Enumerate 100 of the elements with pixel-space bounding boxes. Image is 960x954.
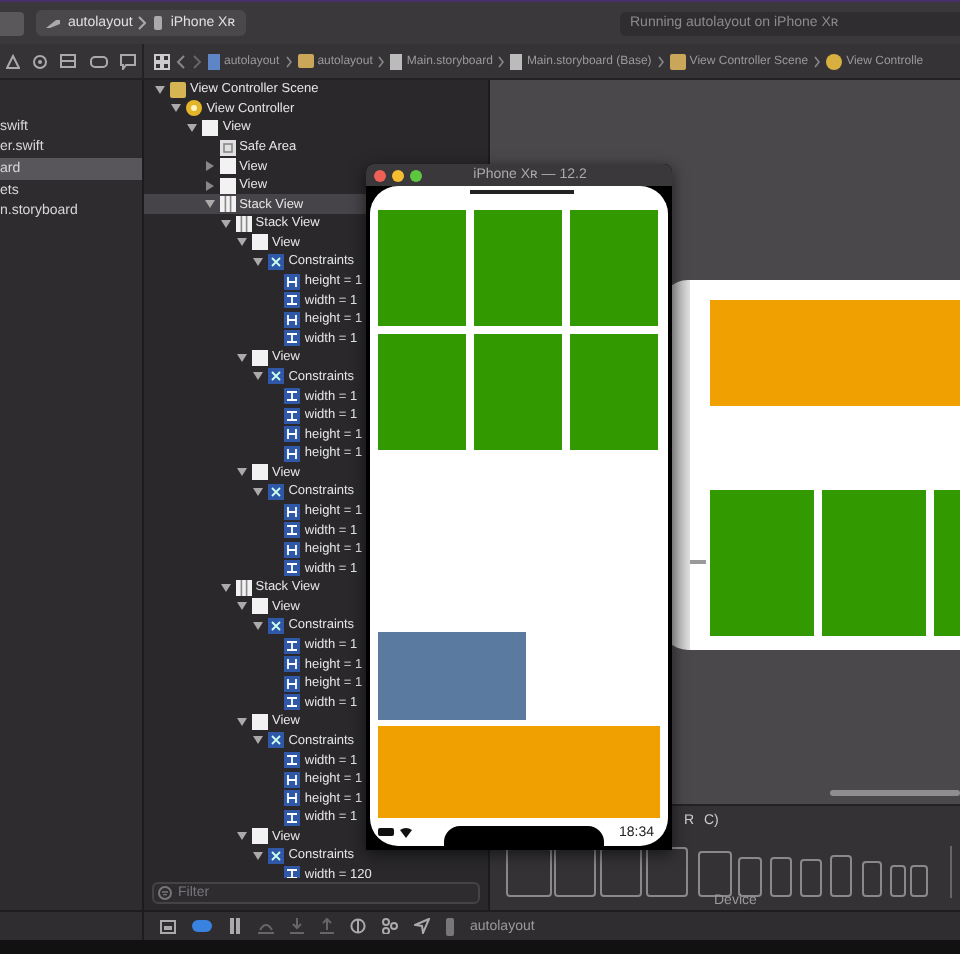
location-icon[interactable]: [414, 918, 430, 934]
width-constraint-icon: [284, 637, 301, 654]
constraints-icon: [268, 732, 285, 749]
collapse-triangle-icon[interactable]: [219, 581, 232, 594]
tile-view: [474, 334, 562, 450]
scene-icon: [170, 81, 186, 98]
close-button[interactable]: [374, 169, 386, 181]
height-constraint-icon: [284, 426, 301, 443]
wifi-icon: [400, 827, 412, 837]
back-icon[interactable]: [176, 53, 186, 69]
collapse-triangle-icon[interactable]: [154, 83, 166, 96]
collapse-triangle-icon[interactable]: [186, 121, 199, 134]
stack-view-icon: [235, 579, 252, 596]
folder-icon: [297, 54, 314, 68]
view-icon: [252, 598, 268, 615]
chevron-icon: [498, 55, 505, 67]
chevron-icon: [814, 55, 821, 67]
resize-handle[interactable]: [690, 560, 706, 564]
width-constraint-icon: [284, 388, 301, 405]
stack-view-icon: [235, 215, 252, 232]
constraints-icon: [268, 483, 285, 500]
debug-area-icon[interactable]: [160, 919, 176, 933]
height-constraint-icon: [284, 311, 301, 328]
width-constraint-icon: [284, 292, 301, 309]
width-constraint-icon: [284, 522, 301, 539]
tile-view: [570, 334, 658, 450]
pause-icon[interactable]: [228, 918, 242, 934]
tile-view: [474, 210, 562, 326]
chevron-icon: [285, 55, 292, 67]
controller-icon: [186, 100, 203, 117]
tile-view: [570, 210, 658, 326]
height-constraint-icon: [284, 790, 301, 807]
collapse-triangle-icon[interactable]: [236, 600, 248, 613]
constraints-icon: [268, 368, 285, 385]
chevron-icon: [138, 16, 147, 30]
breakpoints-toggle-icon[interactable]: [192, 920, 212, 932]
memory-graph-icon[interactable]: [382, 918, 398, 934]
scene-icon: [669, 53, 686, 69]
minimize-button[interactable]: [392, 169, 404, 181]
step-in-icon[interactable]: [290, 918, 304, 934]
collapse-triangle-icon[interactable]: [252, 849, 265, 862]
view-hierarchy-icon[interactable]: [350, 918, 366, 934]
tag-icon[interactable]: [89, 55, 108, 67]
constraints-icon: [268, 847, 285, 864]
collapse-triangle-icon[interactable]: [203, 198, 216, 211]
constraints-icon: [268, 253, 285, 270]
scroll-bar[interactable]: [830, 790, 960, 796]
controller-icon: [826, 53, 843, 69]
width-constraint-icon: [284, 407, 301, 424]
home-indicator: [470, 190, 574, 194]
collapse-triangle-icon[interactable]: [252, 619, 265, 632]
collapse-triangle-icon[interactable]: [252, 255, 265, 268]
width-constraint-icon: [284, 694, 301, 711]
collapse-triangle-icon[interactable]: [236, 715, 248, 728]
collapse-triangle-icon[interactable]: [236, 236, 248, 249]
view-icon: [202, 119, 219, 136]
warning-icon[interactable]: [6, 53, 21, 69]
constraints-icon: [268, 617, 285, 634]
view-icon: [252, 234, 268, 251]
breakpoint-icon[interactable]: [32, 53, 49, 69]
view-icon: [252, 713, 268, 730]
expand-triangle-icon[interactable]: [203, 160, 216, 173]
filter-icon: [158, 886, 172, 900]
view-icon: [252, 464, 268, 481]
file-icon: [510, 53, 523, 69]
app-icon: [46, 17, 62, 29]
height-constraint-icon: [284, 675, 301, 692]
stack-view-icon: [219, 196, 236, 213]
expand-triangle-icon[interactable]: [203, 179, 216, 192]
file-icon: [390, 53, 403, 69]
collapse-triangle-icon[interactable]: [219, 217, 232, 230]
collapse-triangle-icon[interactable]: [252, 734, 265, 747]
chevron-icon: [378, 55, 385, 67]
chat-icon[interactable]: [119, 53, 136, 69]
width-constraint-icon: [284, 809, 301, 826]
height-constraint-icon: [284, 445, 301, 462]
height-constraint-icon: [284, 656, 301, 673]
height-constraint-icon: [284, 771, 301, 788]
step-out-icon[interactable]: [320, 918, 334, 934]
safe-area-icon: [219, 139, 236, 156]
device-icon: [152, 16, 165, 30]
collapse-triangle-icon[interactable]: [252, 370, 265, 383]
view-icon: [252, 828, 268, 845]
collapse-triangle-icon[interactable]: [236, 466, 248, 479]
tile-view: [378, 334, 466, 450]
height-constraint-icon: [284, 273, 301, 290]
device-icon[interactable]: [446, 917, 454, 935]
chevron-icon: [657, 55, 664, 67]
battery-icon: [378, 828, 394, 836]
grid-icon[interactable]: [154, 53, 170, 69]
collapse-triangle-icon[interactable]: [236, 830, 248, 843]
list-icon[interactable]: [60, 54, 77, 68]
step-over-icon[interactable]: [258, 919, 274, 933]
collapse-triangle-icon[interactable]: [236, 351, 248, 364]
collapse-triangle-icon[interactable]: [252, 485, 265, 498]
width-constraint-icon: [284, 330, 301, 347]
collapse-triangle-icon[interactable]: [170, 102, 183, 115]
tile-view: [378, 210, 466, 326]
width-constraint-icon: [284, 866, 301, 878]
zoom-button[interactable]: [410, 169, 422, 181]
